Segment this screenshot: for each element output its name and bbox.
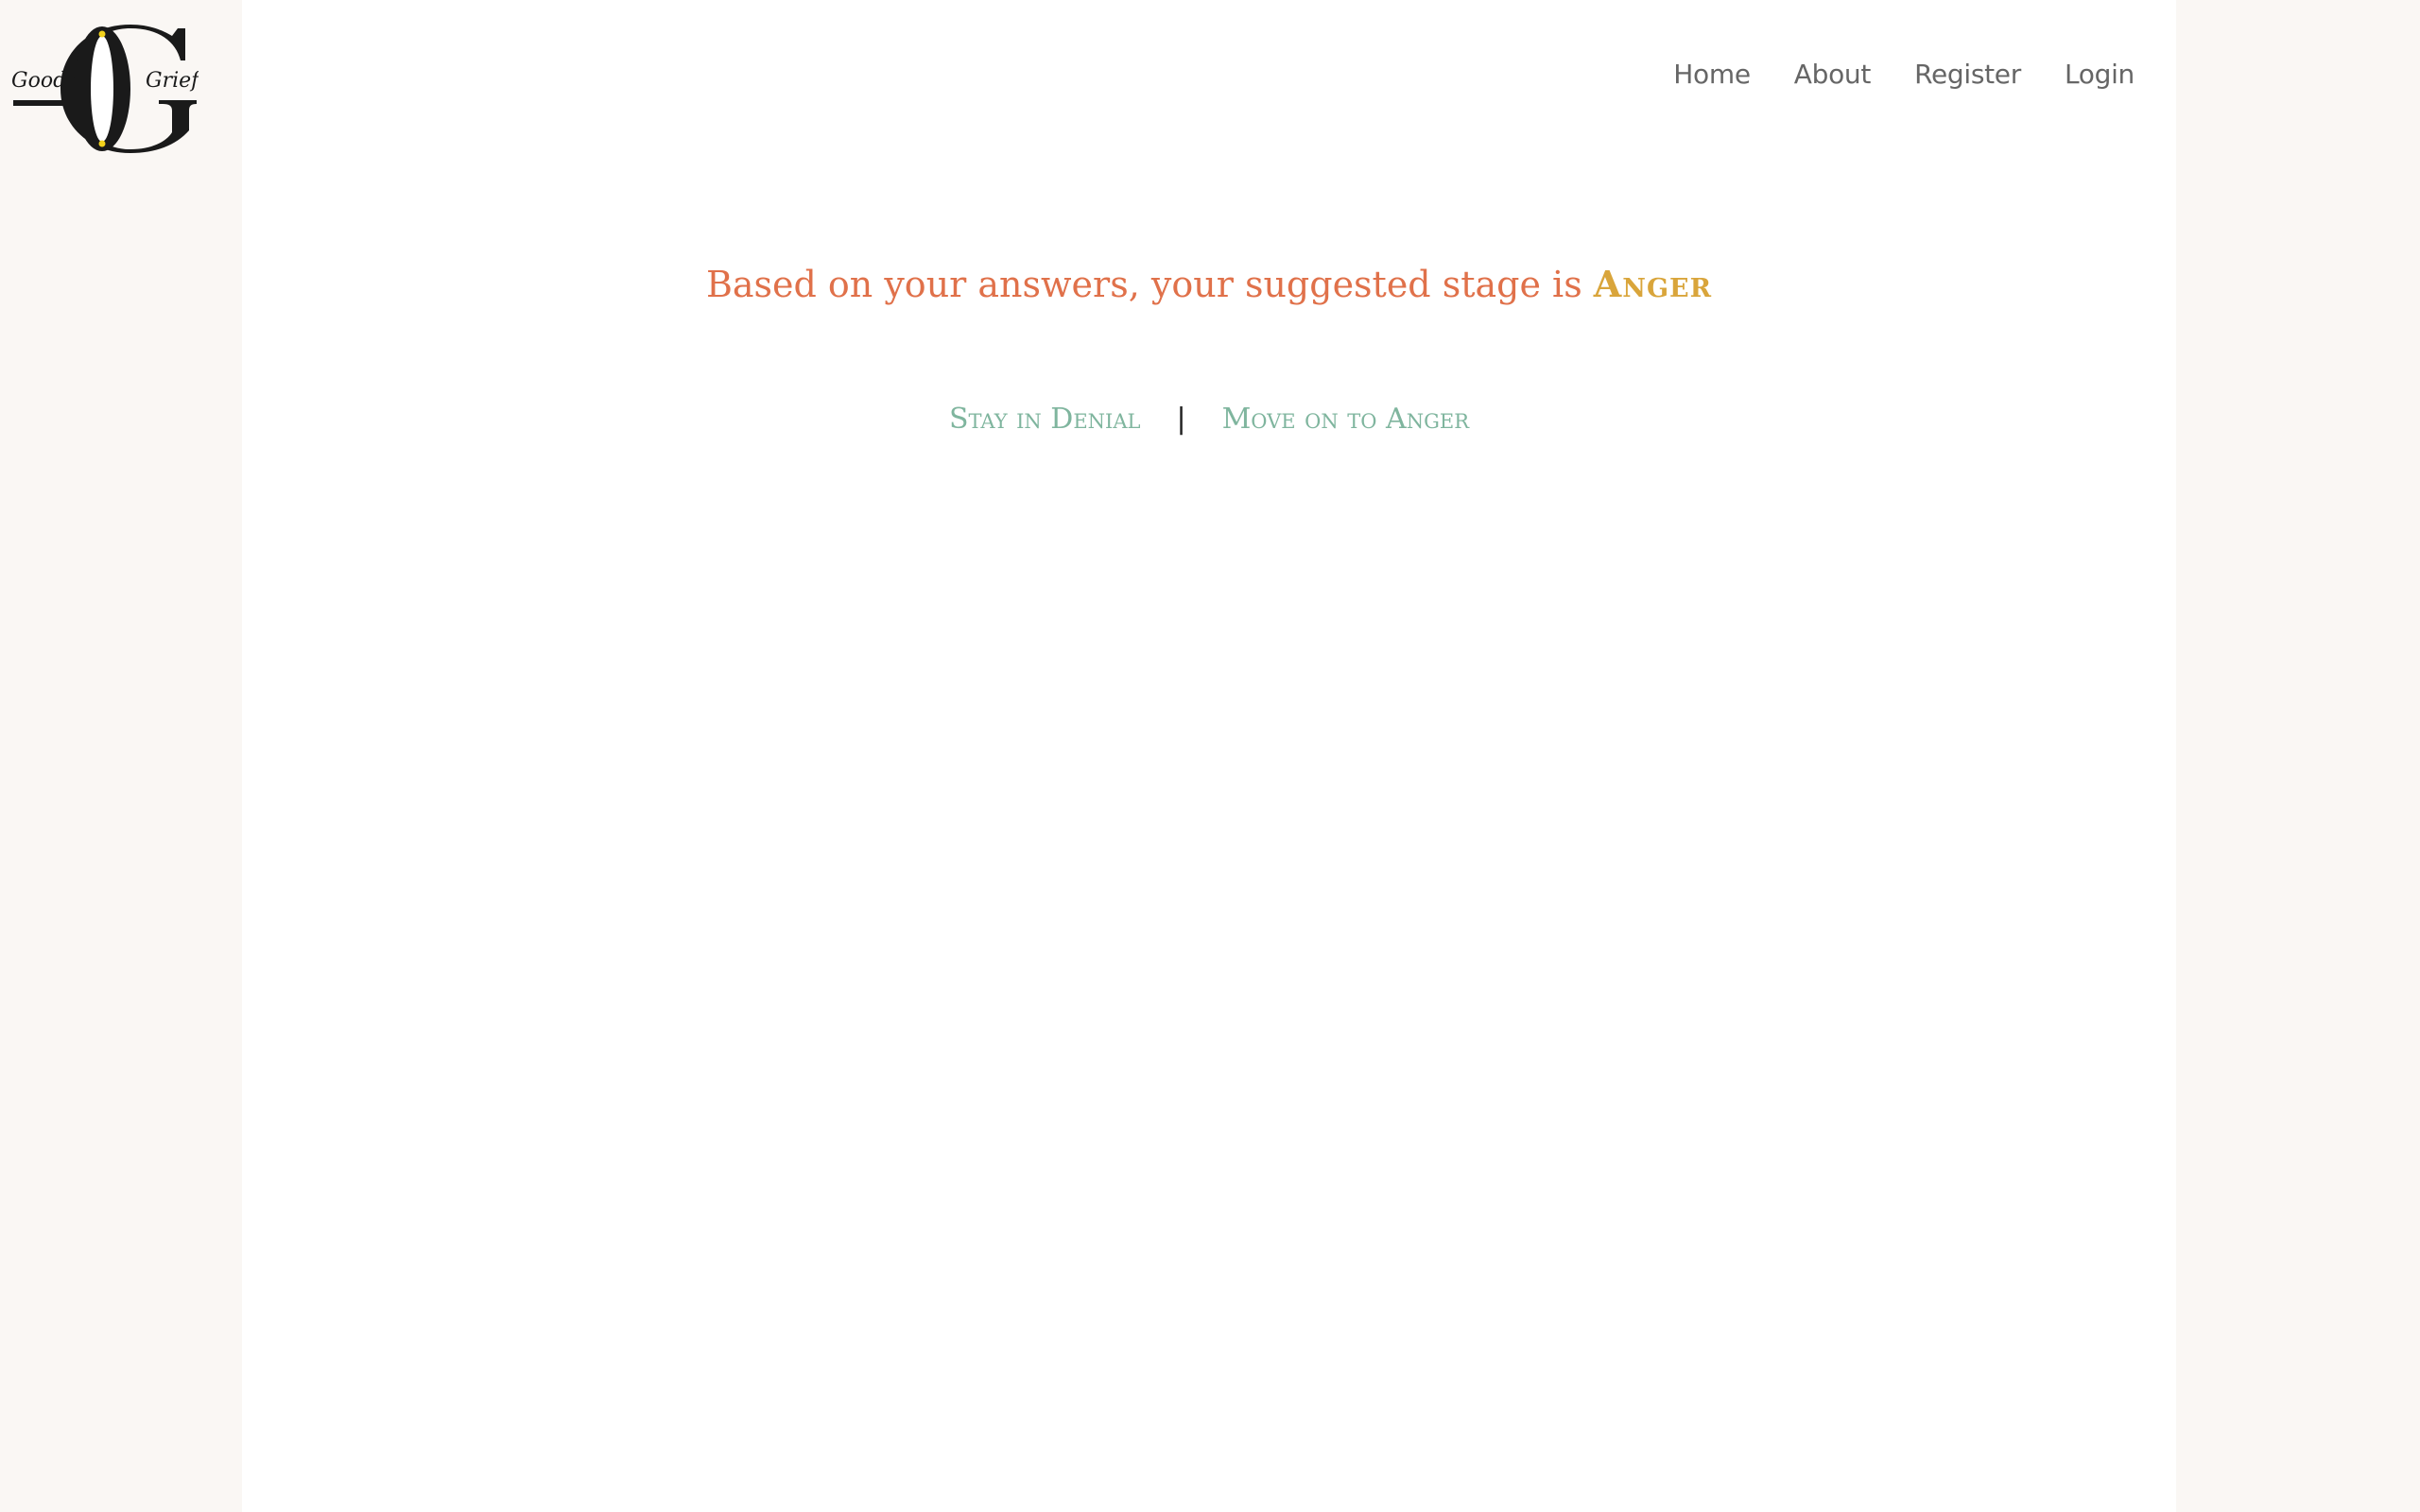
stage-choice-links: Stay in Denial | Move on to Anger xyxy=(242,403,2176,436)
good-grief-logo[interactable]: Good Grief xyxy=(9,21,202,155)
suggested-stage-name: Anger xyxy=(1593,263,1713,305)
top-nav: Home About Register Login xyxy=(1673,59,2135,90)
nav-home-link[interactable]: Home xyxy=(1673,59,1751,90)
stay-in-denial-link[interactable]: Stay in Denial xyxy=(949,403,1141,436)
choice-separator: | xyxy=(1176,403,1186,436)
good-grief-logo-graphic: Good Grief xyxy=(11,25,202,153)
move-on-to-anger-link[interactable]: Move on to Anger xyxy=(1222,403,1469,436)
stage-result-prefix: Based on your answers, your suggested st… xyxy=(705,264,1582,305)
logo-word-good: Good xyxy=(11,69,66,93)
nav-about-link[interactable]: About xyxy=(1794,59,1872,90)
main-panel: Home About Register Login Based on your … xyxy=(242,0,2176,1512)
logo-word-grief: Grief xyxy=(146,69,199,93)
nav-register-link[interactable]: Register xyxy=(1914,59,2021,90)
stage-result-heading: Based on your answers, your suggested st… xyxy=(242,263,2176,305)
page: Good Grief Home About Register Login Bas… xyxy=(0,0,2420,1512)
nav-login-link[interactable]: Login xyxy=(2065,59,2135,90)
